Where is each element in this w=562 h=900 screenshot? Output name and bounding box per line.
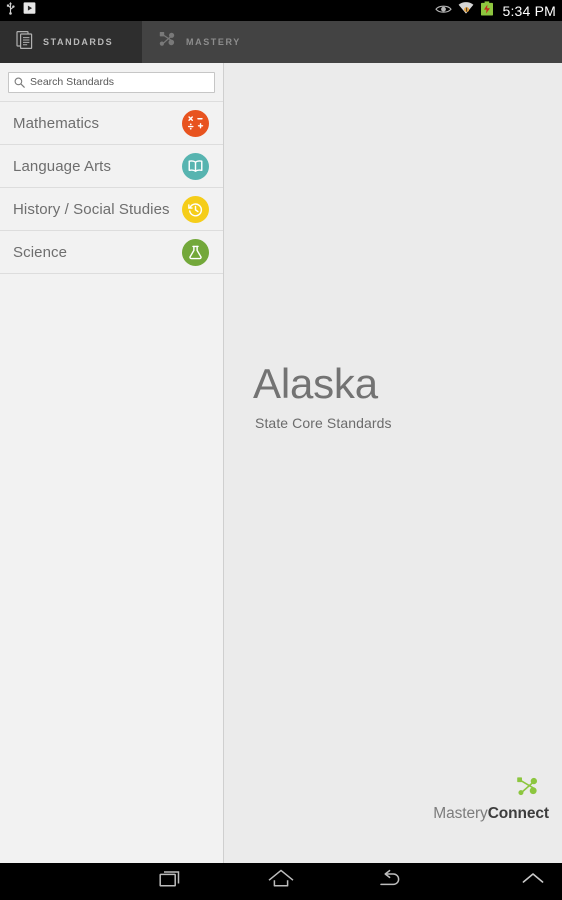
documents-icon: [16, 30, 34, 54]
search-input[interactable]: [25, 76, 214, 88]
back-button[interactable]: [364, 863, 416, 900]
app-screen: 5:34 PM STANDARDS MASTERY Search Standar…: [0, 0, 562, 900]
flask-icon: [182, 238, 209, 266]
subject-item-history-social-studies[interactable]: History / Social Studies: [0, 188, 223, 231]
subject-label: History / Social Studies: [13, 200, 170, 218]
recents-button[interactable]: [146, 863, 198, 900]
subject-label: Science: [13, 243, 68, 261]
standards-sidebar: Mathematics: [0, 63, 224, 863]
page-title: Alaska: [253, 360, 378, 407]
subject-list: Mathematics Language Arts History / Soci…: [0, 101, 223, 274]
subject-item-mathematics[interactable]: Mathematics: [0, 102, 223, 145]
open-book-icon: [182, 152, 209, 180]
search-icon: [14, 77, 25, 88]
subject-item-science[interactable]: Science: [0, 231, 223, 274]
brand-name-light: Mastery: [433, 805, 488, 822]
tab-mastery[interactable]: MASTERY: [142, 21, 259, 63]
search-box[interactable]: [8, 71, 215, 93]
tab-standards[interactable]: STANDARDS: [0, 21, 142, 63]
status-left-icons: [0, 1, 36, 20]
search-bar-container: [0, 63, 223, 101]
subject-label: Language Arts: [13, 157, 112, 175]
page-subtitle: State Core Standards: [255, 415, 392, 431]
status-clock: 5:34 PM: [502, 2, 556, 19]
usb-icon: [5, 1, 16, 20]
home-icon: [267, 868, 295, 895]
chevron-up-icon: [521, 871, 545, 892]
wifi-icon: [458, 1, 474, 20]
brand-name-bold: Connect: [487, 805, 549, 822]
brand-wordmark: MasteryConnect: [433, 805, 549, 822]
back-icon: [377, 868, 403, 895]
nodes-icon: [158, 30, 177, 54]
recents-icon: [159, 868, 185, 895]
state-heading-block: Alaska State Core Standards: [253, 360, 392, 432]
android-status-bar: 5:34 PM: [0, 0, 562, 21]
android-nav-bar: [0, 863, 562, 900]
top-tab-bar: STANDARDS MASTERY: [0, 21, 562, 63]
eye-icon: [435, 2, 453, 20]
masteryconnect-logo: MasteryConnect: [433, 776, 549, 823]
home-button[interactable]: [255, 863, 307, 900]
status-right-icons: 5:34 PM: [435, 0, 562, 21]
subject-item-language-arts[interactable]: Language Arts: [0, 145, 223, 188]
play-store-icon: [23, 1, 36, 20]
clock-history-icon: [182, 195, 209, 223]
subject-label: Mathematics: [13, 114, 100, 132]
nodes-mark-icon: [433, 776, 541, 803]
tab-mastery-label: MASTERY: [186, 37, 241, 47]
tab-standards-label: STANDARDS: [43, 37, 114, 47]
battery-charging-icon: [480, 0, 494, 21]
math-operators-icon: [182, 109, 209, 137]
expand-button[interactable]: [510, 863, 556, 900]
main-content: Alaska State Core Standards MasteryConne…: [225, 63, 562, 863]
